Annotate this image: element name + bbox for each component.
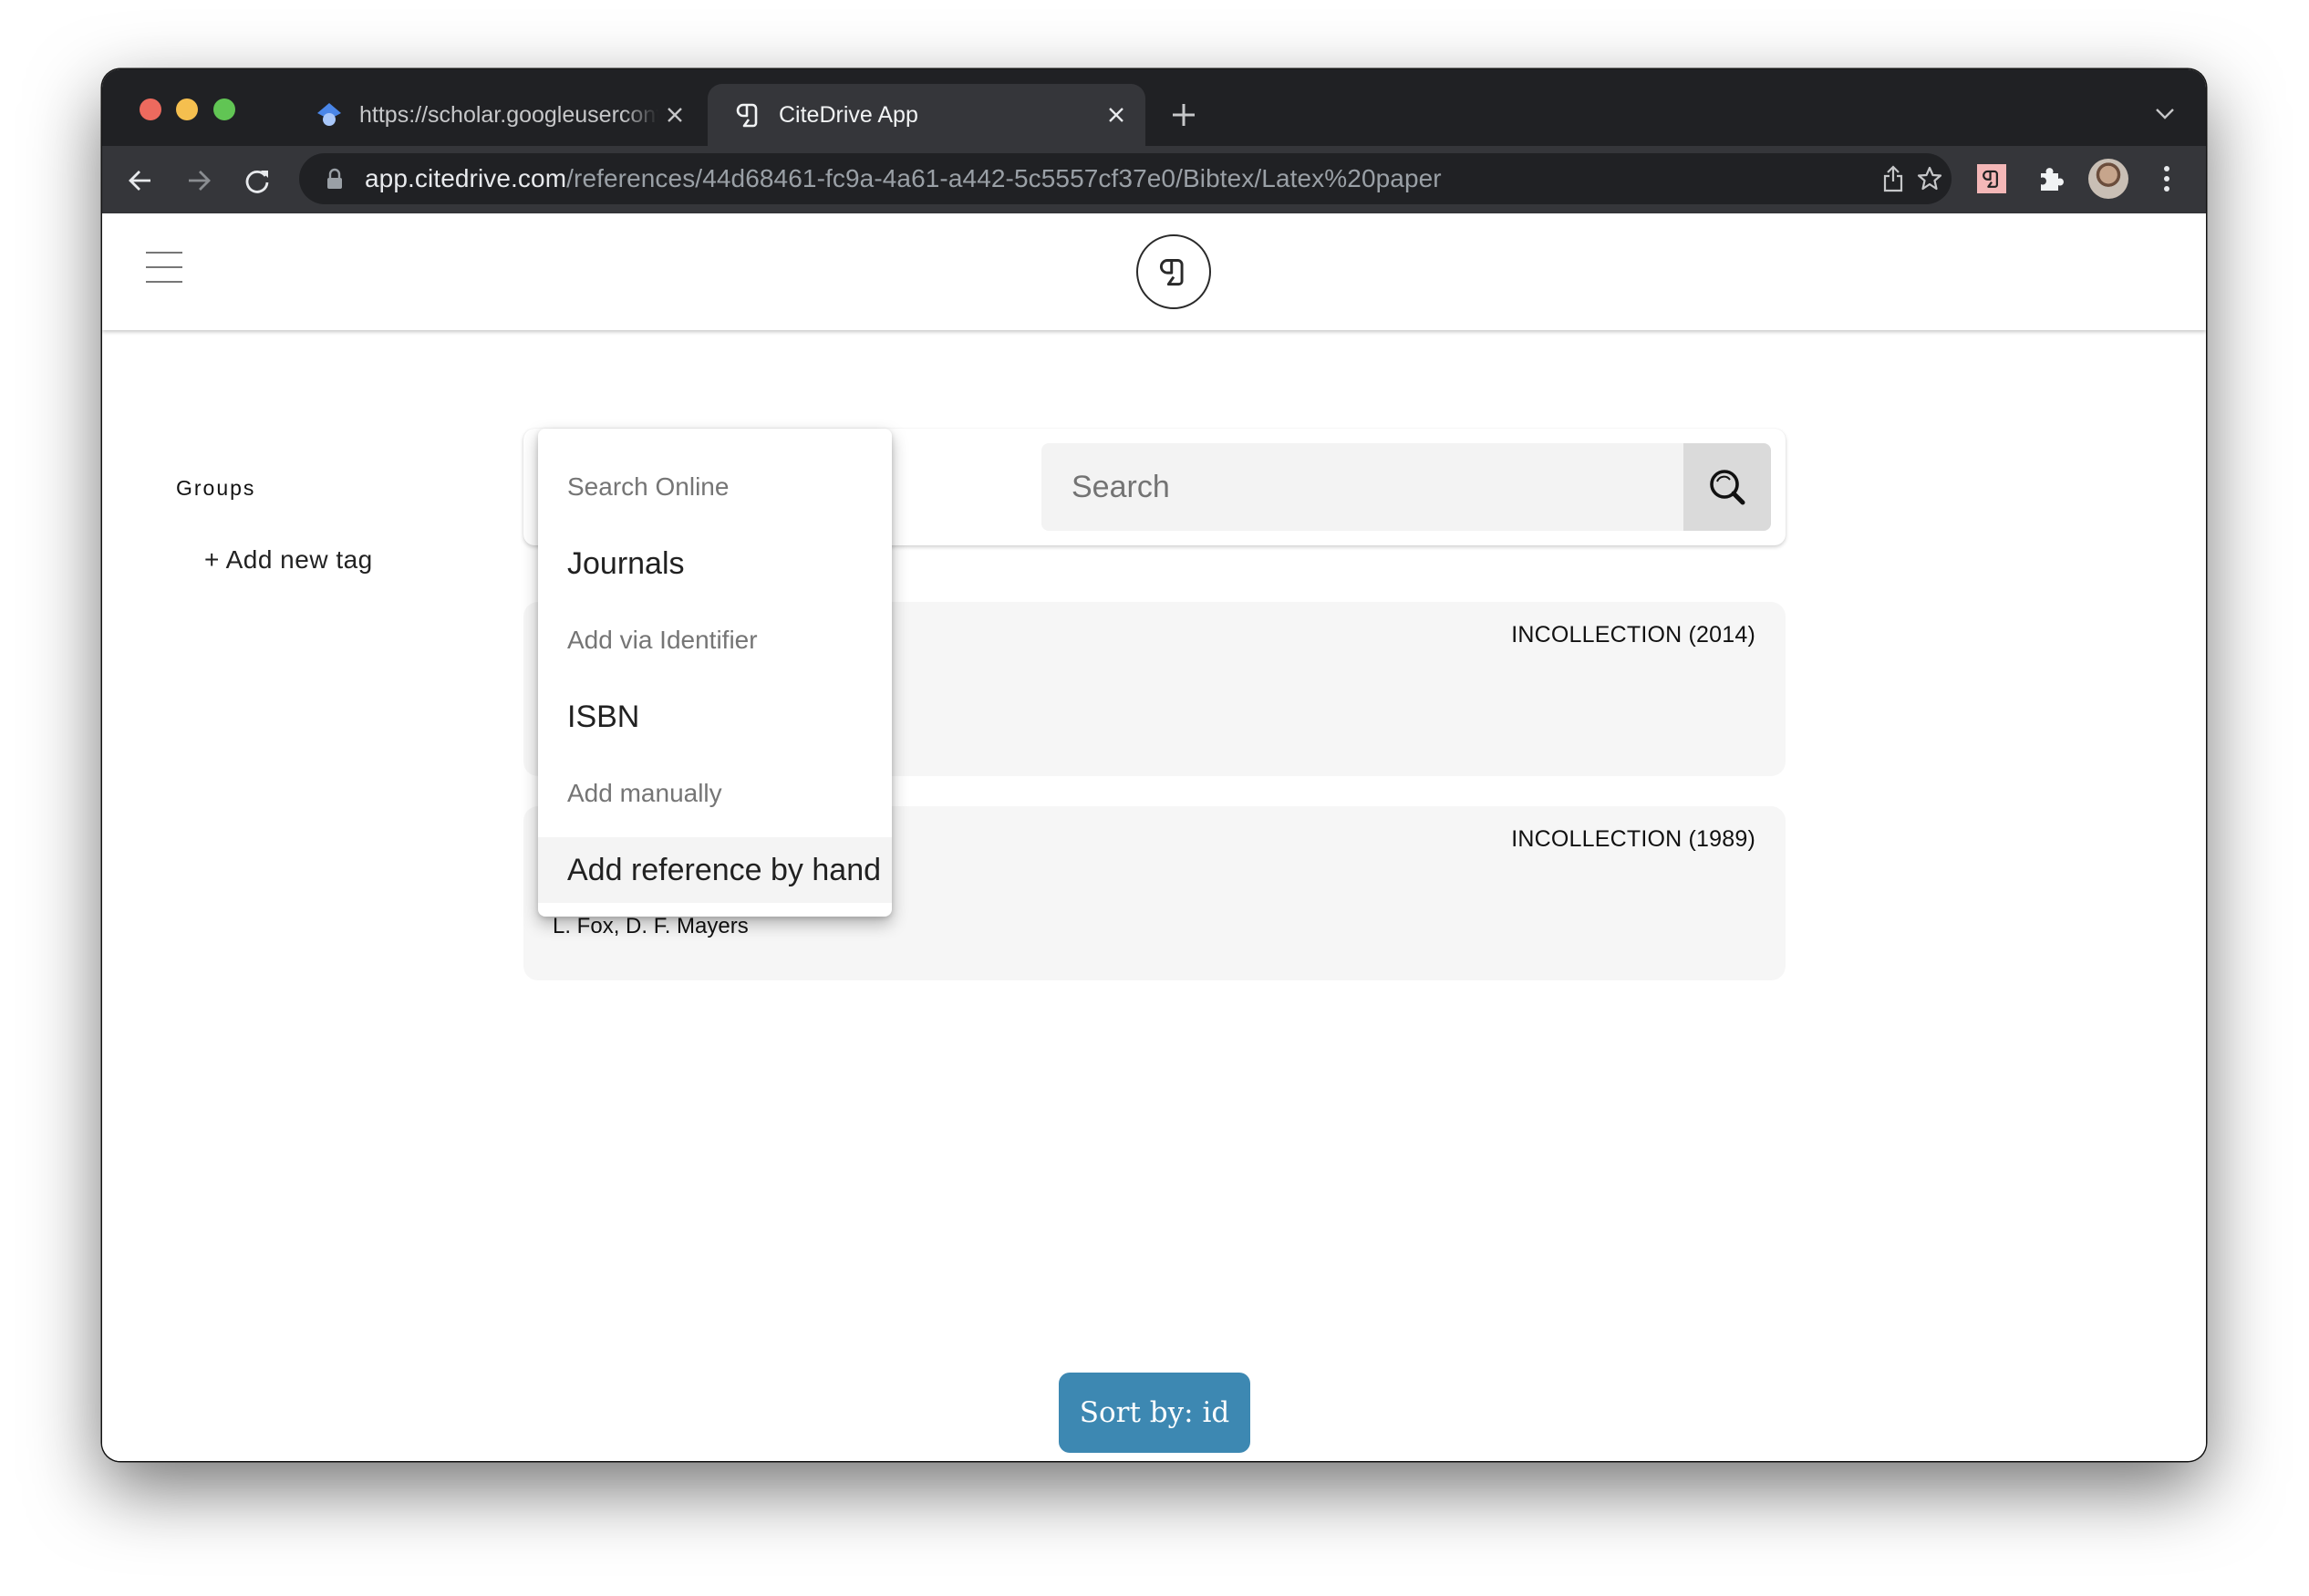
browser-toolbar: app.citedrive.com/references/44d68461-fc… [102,146,2206,213]
dropdown-item-journals[interactable]: Journals [538,525,892,602]
search-icon [1710,470,1745,505]
search-input[interactable] [1041,443,1683,531]
url-path: /references/44d68461-fc9a-4a61-a442-5c55… [566,164,1442,192]
reference-authors: L. Fox, D. F. Mayers [553,914,749,938]
citedrive-logo[interactable] [1136,234,1211,309]
tab-close-icon[interactable] [658,98,691,131]
more-menu-icon[interactable] [2150,162,2183,195]
sort-button[interactable]: Sort by: id [1059,1373,1250,1453]
google-scholar-icon [316,101,343,129]
tab-search-chevron-icon[interactable] [2151,100,2179,128]
profile-avatar[interactable] [2088,159,2128,199]
tab-google-scholar[interactable]: https://scholar.googleusercontent.com [285,84,704,146]
groups-heading: Groups [176,476,256,500]
address-bar[interactable]: app.citedrive.com/references/44d68461-fc… [299,153,1952,204]
citedrive-extension-icon[interactable] [1977,164,2006,193]
dropdown-item-isbn[interactable]: ISBN [538,679,892,755]
hamburger-menu-icon[interactable] [146,250,182,286]
citedrive-icon [735,101,762,129]
dropdown-item-add-reference-by-hand[interactable]: Add reference by hand [538,837,892,903]
dropdown-heading-add-via-identifier: Add via Identifier [567,626,758,654]
add-new-tag-link[interactable]: + Add new tag [204,545,373,575]
page-content: Groups + Add new tag INCOLLECTION (2014)… [102,213,2206,1461]
tab-close-icon[interactable] [1100,98,1133,131]
dropdown-heading-search-online: Search Online [567,472,730,501]
tab-citedrive-app[interactable]: CiteDrive App [708,84,1145,146]
app-header [102,213,2206,330]
close-window-button[interactable] [140,98,161,120]
new-tab-button[interactable] [1165,97,1202,133]
lock-icon[interactable] [326,167,347,191]
search-button[interactable] [1683,443,1771,531]
browser-window: https://scholar.googleusercontent.com Ci… [102,69,2206,1461]
reference-type: INCOLLECTION (2014) [1511,622,1755,648]
url-text[interactable]: app.citedrive.com/references/44d68461-fc… [365,164,1442,193]
tab-title: CiteDrive App [779,101,918,128]
add-reference-dropdown: Search Online Journals Add via Identifie… [538,429,892,917]
bookmark-star-icon[interactable] [1915,164,1944,193]
tab-title: https://scholar.googleusercontent.com [359,101,658,128]
reload-icon[interactable] [239,162,275,199]
forward-icon[interactable] [181,162,217,199]
tab-strip: https://scholar.googleusercontent.com Ci… [102,69,2206,146]
extensions-puzzle-icon[interactable] [2034,162,2066,195]
back-icon[interactable] [122,162,159,199]
share-icon[interactable] [1879,164,1908,193]
maximize-window-button[interactable] [213,98,235,120]
minimize-window-button[interactable] [176,98,198,120]
url-host: app.citedrive.com [365,164,567,192]
reference-type: INCOLLECTION (1989) [1511,826,1755,852]
dropdown-heading-add-manually: Add manually [567,779,722,807]
